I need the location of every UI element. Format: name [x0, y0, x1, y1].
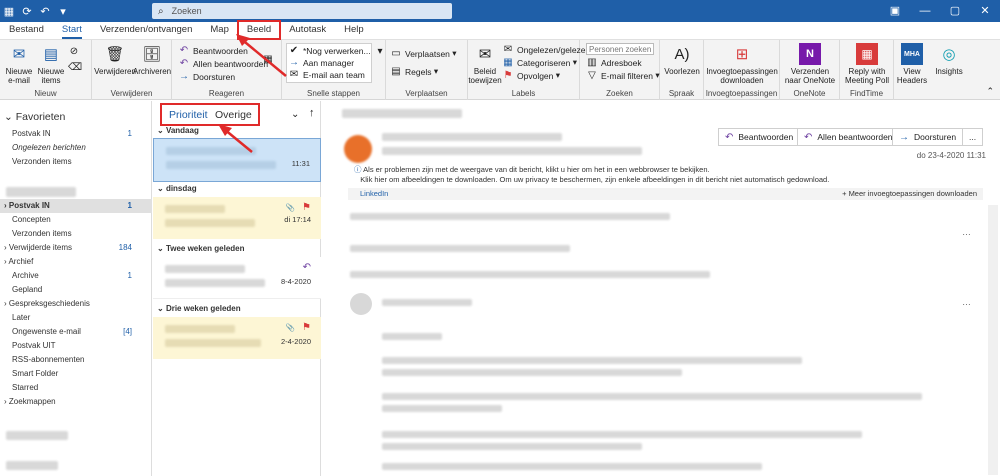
arrow-to-tabs	[223, 128, 253, 153]
arrow-to-beeld	[239, 37, 287, 77]
annotation-arrows	[218, 34, 287, 153]
